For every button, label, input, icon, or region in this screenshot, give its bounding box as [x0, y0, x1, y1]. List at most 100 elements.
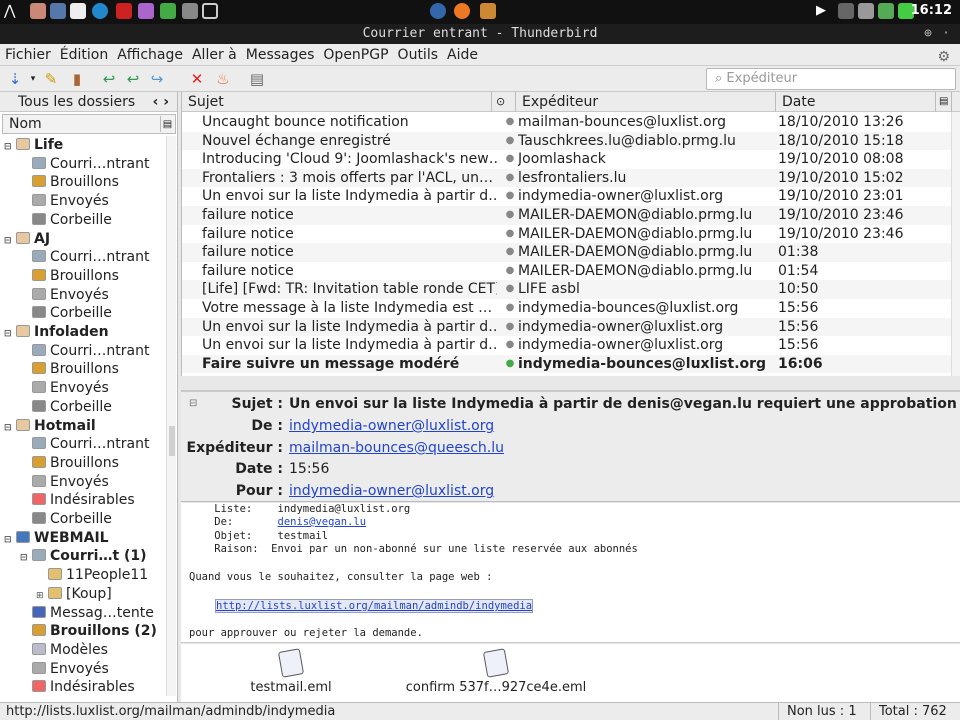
firefox-icon[interactable]: [454, 3, 470, 19]
filezilla-icon[interactable]: [116, 3, 132, 19]
twisty-icon[interactable]: ⊟: [20, 549, 30, 567]
folder-item[interactable]: Courri…ntrant: [20, 248, 149, 266]
read-status-icon[interactable]: ●: [505, 262, 515, 280]
message-row[interactable]: Votre message à la liste Indymedia est ……: [182, 299, 952, 318]
column-picker-icon[interactable]: ▤: [936, 92, 952, 112]
read-status-icon[interactable]: ●: [505, 113, 515, 131]
thread-scrollbar[interactable]: [951, 112, 960, 376]
folder-item[interactable]: Corbeille: [20, 211, 112, 229]
menu-openpgp[interactable]: OpenPGP: [318, 44, 392, 63]
write-icon[interactable]: ✎: [40, 69, 62, 89]
close-icon[interactable]: ·: [942, 24, 950, 44]
reply-icon[interactable]: ↩: [98, 69, 120, 89]
body-from-link[interactable]: denis@vegan.lu: [278, 516, 367, 528]
message-row[interactable]: Uncaught bounce notification ● mailman-bou…: [182, 113, 952, 132]
read-status-icon[interactable]: ●: [505, 150, 515, 168]
twisty-icon[interactable]: ⊟: [4, 232, 14, 250]
message-row[interactable]: failure notice ● MAILER-DAEMON@diablo.prmg…: [182, 206, 952, 225]
folder-item[interactable]: ⊟ AJ: [4, 230, 50, 248]
read-status-icon[interactable]: ●: [505, 299, 515, 317]
app-icon[interactable]: [480, 3, 496, 19]
app-icon[interactable]: [138, 3, 154, 19]
attachment-item[interactable]: confirm 537f…927ce4e.eml: [391, 648, 601, 695]
menu-affichage[interactable]: Affichage: [112, 44, 187, 63]
app-icon[interactable]: [202, 3, 218, 19]
folder-item[interactable]: Modèles: [20, 641, 108, 659]
message-row[interactable]: Un envoi sur la liste Indymedia à partir…: [182, 187, 952, 206]
minimize-icon[interactable]: ⊕: [924, 24, 932, 44]
folder-item[interactable]: 11People11: [36, 566, 148, 584]
thunderbird-icon[interactable]: [430, 3, 446, 19]
to-value[interactable]: indymedia-owner@luxlist.org: [289, 418, 494, 434]
folder-item[interactable]: Envoyés: [20, 286, 109, 304]
folder-item[interactable]: ⊞ [Koup]: [36, 585, 112, 603]
menu-outils[interactable]: Outils: [393, 44, 442, 63]
reply-to-value[interactable]: indymedia-owner@luxlist.org: [289, 483, 494, 499]
column-read-icon[interactable]: ⊙: [492, 92, 516, 112]
print-icon[interactable]: ▤: [246, 69, 268, 89]
column-from[interactable]: Expéditeur: [516, 92, 776, 112]
forward-icon[interactable]: ↪: [146, 69, 168, 89]
app-icon[interactable]: [50, 3, 66, 19]
twisty-icon[interactable]: ⊟: [4, 325, 14, 343]
message-row[interactable]: failure notice ● MAILER-DAEMON@diablo.prmg…: [182, 225, 952, 244]
junk-icon[interactable]: ♨: [212, 69, 234, 89]
message-row[interactable]: failure notice ● MAILER-DAEMON@diablo.prmg…: [182, 262, 952, 281]
read-status-icon[interactable]: ●: [505, 132, 515, 150]
folder-item[interactable]: Indésirables: [20, 491, 135, 509]
read-status-icon[interactable]: ●: [505, 318, 515, 336]
folder-view-toggle[interactable]: ‹ ›: [153, 92, 169, 112]
audio-icon[interactable]: ▶: [816, 3, 832, 19]
folder-item[interactable]: Brouillons: [20, 267, 119, 285]
delete-icon[interactable]: ✕: [186, 69, 208, 89]
scroll-thumb[interactable]: [169, 426, 175, 456]
column-subject[interactable]: Sujet: [182, 92, 492, 112]
app-icon[interactable]: [70, 3, 86, 19]
folder-item[interactable]: ⊟ Infoladen: [4, 323, 109, 341]
folder-item[interactable]: Envoyés: [20, 379, 109, 397]
folder-item[interactable]: Corbeille: [20, 304, 112, 322]
reply-all-icon[interactable]: ↩: [122, 69, 144, 89]
folder-item[interactable]: Messag…tente: [20, 604, 154, 622]
read-status-icon[interactable]: ●: [505, 355, 515, 373]
menu-aller[interactable]: Aller à: [187, 44, 241, 63]
message-row[interactable]: Un envoi sur la liste Indymedia à partir…: [182, 317, 952, 337]
folder-item[interactable]: Brouillons: [20, 173, 119, 191]
folder-item[interactable]: ⊟ Life: [4, 136, 63, 154]
folder-scrollbar[interactable]: [166, 136, 176, 696]
message-row[interactable]: Introducing 'Cloud 9': Joomlashack's new…: [182, 150, 952, 169]
folder-item[interactable]: Envoyés: [20, 660, 109, 678]
read-status-icon[interactable]: ●: [505, 206, 515, 224]
folder-item[interactable]: Courri…ntrant: [20, 342, 149, 360]
folder-item[interactable]: ⊟ WEBMAIL: [4, 529, 109, 547]
from-value[interactable]: mailman-bounces@queesch.lu: [289, 440, 504, 456]
message-row[interactable]: Nouvel échange enregistré ● Tauschkrees.lu…: [182, 131, 952, 151]
read-status-icon[interactable]: ●: [505, 169, 515, 187]
folder-item[interactable]: Courri…ntrant: [20, 155, 149, 173]
message-row[interactable]: [Life] [Fwd: TR: Invitation table ronde …: [182, 280, 952, 299]
message-row[interactable]: Un envoi sur la liste Indymedia à partir…: [182, 336, 952, 355]
twisty-icon[interactable]: ⊟: [4, 531, 14, 549]
folder-item[interactable]: Courri…ntrant: [20, 435, 149, 453]
quick-search-input[interactable]: ⌕ Expéditeur: [706, 68, 956, 90]
folder-item[interactable]: Indésirables: [20, 678, 135, 696]
folder-item[interactable]: Envoyés: [20, 473, 109, 491]
read-status-icon[interactable]: ●: [505, 280, 515, 298]
menu-messages[interactable]: Messages: [241, 44, 319, 63]
menu-edition[interactable]: Édition: [55, 44, 112, 63]
attachment-item[interactable]: testmail.eml: [241, 648, 341, 695]
address-book-icon[interactable]: ▮: [66, 69, 88, 89]
folder-item[interactable]: ⊟ Hotmail: [4, 417, 96, 435]
menu-fichier[interactable]: Fichier: [0, 44, 55, 63]
folder-item[interactable]: Brouillons (2): [20, 622, 157, 640]
app-icon[interactable]: [30, 3, 46, 19]
network-icon[interactable]: [878, 3, 894, 19]
menu-aide[interactable]: Aide: [442, 44, 482, 63]
folder-column-header[interactable]: Nom ▤: [2, 114, 176, 134]
app-icon[interactable]: [160, 3, 176, 19]
message-row[interactable]: Frontaliers : 3 mois offerts par l'ACL, …: [182, 168, 952, 188]
twisty-icon[interactable]: ⊞: [36, 587, 46, 605]
folder-pane-header[interactable]: Tous les dossiers ‹ ›: [0, 92, 177, 112]
twisty-icon[interactable]: ⊟: [4, 419, 14, 437]
folder-item[interactable]: Corbeille: [20, 398, 112, 416]
